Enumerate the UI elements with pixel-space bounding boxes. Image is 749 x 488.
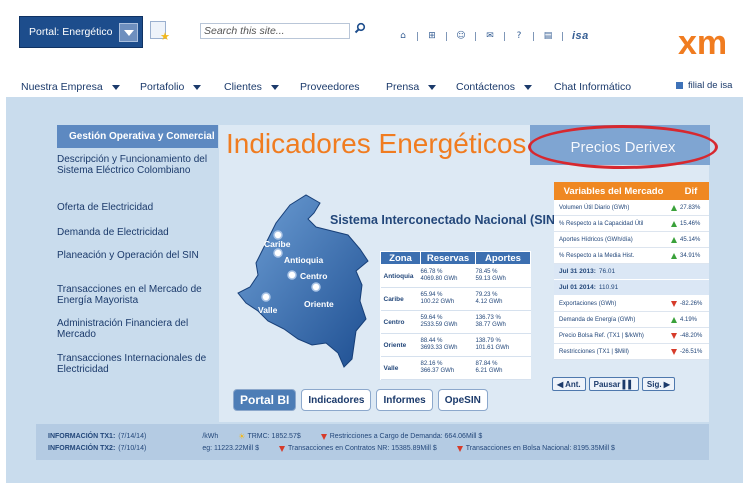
sitemap-icon[interactable]: ⊞ xyxy=(427,31,437,41)
column-header-zona: Zona xyxy=(380,251,421,265)
market-variables-table: Variables del Mercado Dif Volumen Útil D… xyxy=(554,182,709,360)
arrow-up-icon xyxy=(671,204,677,211)
table-row: Volumen Útil Diario (GWh) 27.83% xyxy=(554,200,709,216)
filial-de-isa: filial de isa xyxy=(676,80,732,91)
nav-item-proveedores[interactable]: Proveedores xyxy=(300,81,360,93)
tab-portal-bi[interactable]: Portal BI xyxy=(233,389,297,411)
table-header-row: Variables del Mercado Dif xyxy=(554,182,709,200)
nav-item-prensa[interactable]: Prensa xyxy=(386,81,437,93)
sidebar: Gestión Operativa y Comercial xyxy=(57,125,218,148)
sidebar-item-descripcion[interactable]: Descripción y Funcionamiento del Sistema… xyxy=(57,154,218,195)
arrow-down-icon xyxy=(320,433,327,440)
tab-indicadores[interactable]: Indicadores xyxy=(301,389,372,411)
region-label-caribe[interactable]: Caribe xyxy=(264,239,291,249)
square-icon xyxy=(676,82,683,89)
region-label-antioquia[interactable]: Antioquia xyxy=(284,255,323,265)
svg-text:xm: xm xyxy=(678,24,727,60)
nav-item-clientes[interactable]: Clientes xyxy=(224,81,279,93)
arrow-down-icon xyxy=(456,445,463,452)
sidebar-item-planeacion[interactable]: Planeación y Operación del SIN xyxy=(57,250,218,279)
utility-icons: ⌂ ⊞ ☺ ✉ ? ▤ isa xyxy=(398,30,589,42)
xm-logo[interactable]: xm xyxy=(678,24,736,62)
tab-informes[interactable]: Informes xyxy=(376,389,433,411)
arrow-down-icon xyxy=(671,332,677,339)
highlight-row: Jul 31 2013: 76.01 xyxy=(554,264,709,280)
column-header-variables: Variables del Mercado xyxy=(563,185,664,197)
precios-derivex-button[interactable]: Precios Derivex xyxy=(528,125,718,169)
colombia-map: Caribe Antioquia Centro Oriente Valle xyxy=(237,194,369,368)
table-row: Caribe 65.94 % 100.22 GWh 79.23 % 4.12 GWh xyxy=(380,287,531,311)
caret-down-icon xyxy=(523,84,532,90)
info-ticker: INFORMACIÓN TX1: (7/14/14) /kWh ☀ TRMC: 18… xyxy=(36,424,709,460)
page-title: Indicadores Energéticos xyxy=(226,128,527,159)
sun-icon: ☀ xyxy=(238,432,246,441)
zone-table: Zona Reservas Aportes Antioquia 66.78 % 4… xyxy=(380,251,531,380)
table-row: Centro 59.64 % 2533.59 GWh 136.73 % 38.77 … xyxy=(380,310,531,334)
arrow-down-icon xyxy=(671,348,677,355)
search-input[interactable] xyxy=(200,23,350,39)
table-header-row: Zona Reservas Aportes xyxy=(380,251,531,265)
portal-selector-label: Portal: Energético xyxy=(29,26,113,38)
people-icon[interactable]: ☺ xyxy=(456,31,466,41)
sidebar-item-administracion[interactable]: Administración Financiera del Mercado xyxy=(57,318,218,347)
column-header-aportes: Aportes xyxy=(475,251,531,265)
arrow-down-icon xyxy=(671,300,677,307)
arrow-up-icon xyxy=(671,236,677,243)
sidebar-item-demanda[interactable]: Demanda de Electricidad xyxy=(57,227,218,246)
nav-item-contactenos[interactable]: Contáctenos xyxy=(456,81,532,93)
region-label-centro[interactable]: Centro xyxy=(300,271,327,281)
arrow-up-icon xyxy=(671,220,677,227)
previous-button[interactable]: ◀ Ant. xyxy=(552,377,586,391)
bottom-tabs: Portal BI Indicadores Informes OpeSIN xyxy=(233,389,493,411)
nav-item-portafolio[interactable]: Portafolio xyxy=(140,81,202,93)
table-row: Demanda de Energía (GWh) 4.19% xyxy=(554,312,709,328)
carousel-controls: ◀ Ant. Pausar ▌▌ Sig. ▶ xyxy=(552,377,678,391)
table-row: Exportaciones (GWh) -82.26% xyxy=(554,296,709,312)
arrow-down-icon xyxy=(279,445,285,452)
table-row: Valle 82.16 % 366.37 GWh 87.84 % 6.21 GWh xyxy=(380,356,531,380)
search-icon[interactable] xyxy=(352,22,368,39)
sidebar-item-transacciones-mem[interactable]: Transacciones en el Mercado de Energía M… xyxy=(57,284,218,313)
region-label-oriente[interactable]: Oriente xyxy=(304,299,334,309)
highlight-row: Jul 01 2014: 110.91 xyxy=(554,280,709,296)
sidebar-item-internacionales[interactable]: Transacciones Internacionales de Electri… xyxy=(57,353,218,391)
pause-button[interactable]: Pausar ▌▌ xyxy=(588,377,639,391)
ticker-row-tx1: INFORMACIÓN TX1: (7/14/14) /kWh ☀ TRMC: 18… xyxy=(48,432,483,441)
caret-down-icon xyxy=(111,84,120,90)
table-row: Precio Bolsa Ref. (TX1 | $/kWh) -48.20% xyxy=(554,328,709,344)
table-row: Oriente 88.44 % 3693.33 GWh 138.79 % 101.6… xyxy=(380,333,531,357)
table-row: Antioquia 66.78 % 4069.80 GWh 78.45 % 59.1… xyxy=(380,264,531,288)
isa-logo[interactable]: isa xyxy=(572,30,589,42)
table-row: % Respecto a la Media Hist. 34.91% xyxy=(554,248,709,264)
main-nav: Nuestra Empresa Portafolio Clientes Prov… xyxy=(0,78,749,96)
table-row: Aportes Hídricos (GWh/día) 45.14% xyxy=(554,232,709,248)
mail-icon[interactable]: ✉ xyxy=(485,31,495,41)
chevron-down-icon[interactable] xyxy=(119,22,138,42)
region-label-valle[interactable]: Valle xyxy=(258,305,278,315)
bookmark-star-icon[interactable] xyxy=(150,21,170,43)
arrow-up-icon xyxy=(671,316,677,323)
nav-item-nuestra-empresa[interactable]: Nuestra Empresa xyxy=(21,81,120,93)
caret-down-icon xyxy=(270,84,279,90)
caret-down-icon xyxy=(193,84,202,90)
tab-opesin[interactable]: OpeSIN xyxy=(437,389,488,411)
home-icon[interactable]: ⌂ xyxy=(398,31,408,41)
column-header-reservas: Reservas xyxy=(420,251,476,265)
sidebar-item-oferta[interactable]: Oferta de Electricidad xyxy=(57,202,218,221)
arrow-up-icon xyxy=(671,252,677,259)
table-row: % Respecto a la Capacidad Útil 15.46% xyxy=(554,216,709,232)
document-icon[interactable]: ▤ xyxy=(543,31,553,41)
sidebar-heading: Gestión Operativa y Comercial xyxy=(57,125,218,148)
help-icon[interactable]: ? xyxy=(514,31,524,41)
column-header-dif: Dif xyxy=(684,185,698,197)
nav-item-chat-informatico[interactable]: Chat Informático xyxy=(554,81,631,93)
portal-selector[interactable]: Portal: Energético xyxy=(19,16,143,48)
ticker-row-tx2: INFORMACIÓN TX2: (7/10/14) eg: 11223.22Mi… xyxy=(48,445,615,452)
top-bar: Portal: Energético ⌂ ⊞ ☺ ✉ ? ▤ isa xm xyxy=(0,0,749,64)
next-button[interactable]: Sig. ▶ xyxy=(641,377,675,391)
table-row: Restricciones (TX1 | $Mill) -26.51% xyxy=(554,344,709,360)
caret-down-icon xyxy=(428,84,437,90)
